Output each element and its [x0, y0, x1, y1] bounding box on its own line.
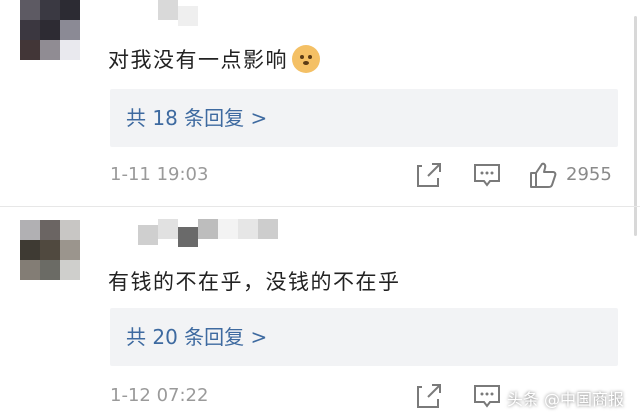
- view-replies-button[interactable]: 共 18 条回复 >: [110, 89, 618, 147]
- comment-icon[interactable]: [472, 381, 502, 411]
- username[interactable]: [138, 219, 278, 247]
- avatar[interactable]: [20, 0, 80, 60]
- comment-text-content: 对我没有一点影响: [108, 48, 288, 72]
- share-icon[interactable]: [414, 381, 444, 411]
- view-replies-button[interactable]: 共 20 条回复 >: [110, 308, 618, 366]
- username[interactable]: [158, 0, 198, 26]
- comment-item: 对我没有一点影响 共 18 条回复 > 1-11 19:03 2955: [0, 0, 640, 205]
- timestamp: 1-12 07:22: [110, 385, 209, 406]
- timestamp: 1-11 19:03: [110, 164, 209, 185]
- comment-meta: 1-11 19:03 2955: [0, 160, 640, 192]
- avatar[interactable]: [20, 220, 80, 280]
- comment-text: 对我没有一点影响: [108, 44, 320, 74]
- watermark: 头条 @中国商报: [506, 390, 624, 409]
- like-count: 2955: [566, 164, 612, 185]
- thumbs-up-icon[interactable]: [528, 160, 558, 190]
- doge-emoji-icon: [292, 45, 320, 73]
- comment-text: 有钱的不在乎，没钱的不在乎: [108, 270, 401, 294]
- share-icon[interactable]: [414, 160, 444, 190]
- comment-icon[interactable]: [472, 160, 502, 190]
